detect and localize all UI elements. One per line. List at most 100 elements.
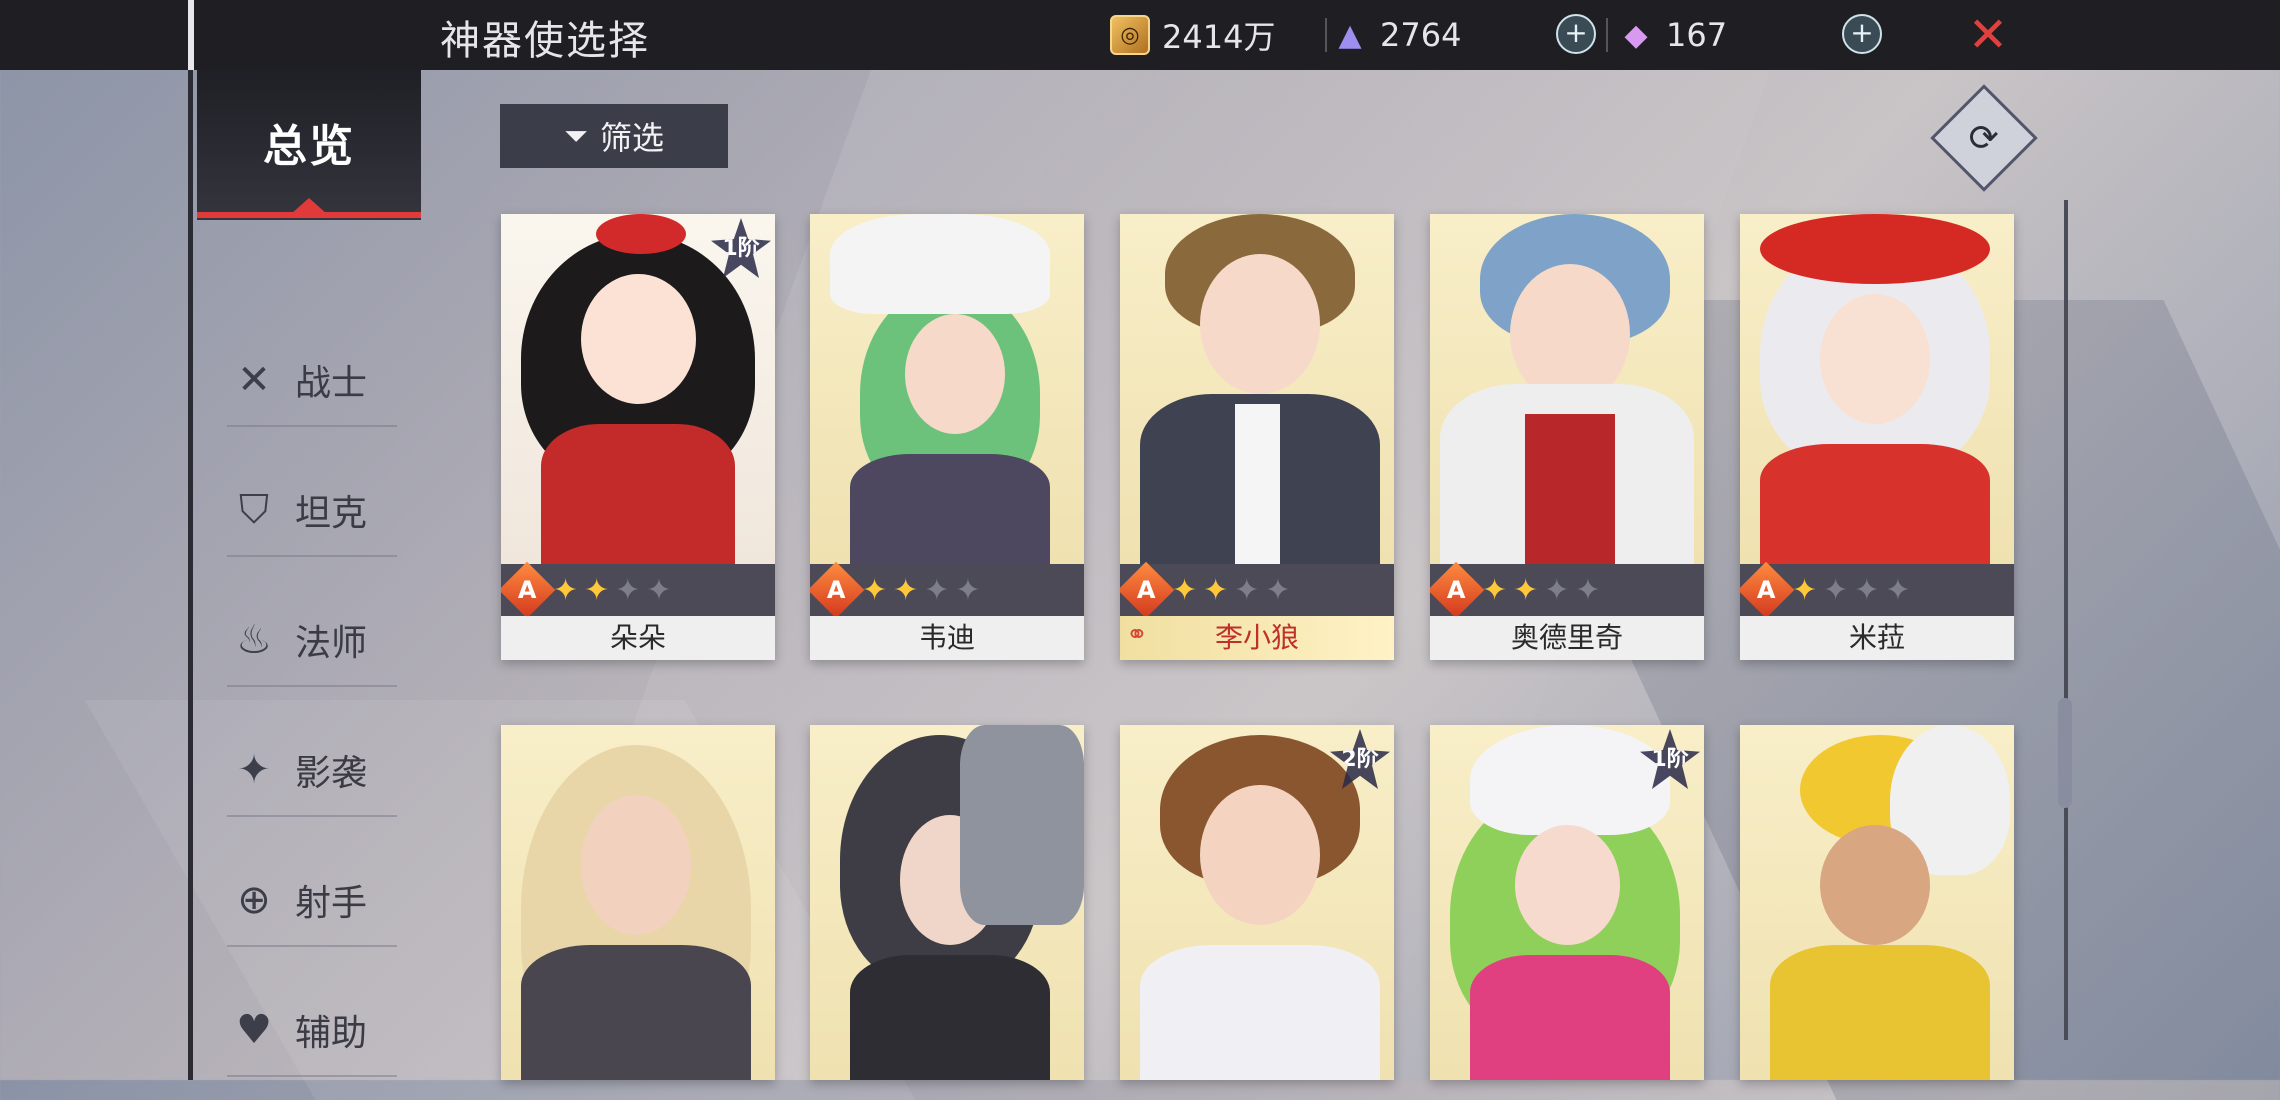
hero-card-mila[interactable]: A ✦ ✦ ✦ ✦ 米菈 xyxy=(1740,214,2014,660)
hero-portrait xyxy=(1740,725,2014,1080)
hero-name: 奥德里奇 xyxy=(1430,616,1704,660)
link-icon: ⚭ xyxy=(1126,620,1148,650)
sidebar-item-warrior[interactable]: ✕ 战士 xyxy=(227,335,397,427)
hero-card-aodeliqi[interactable]: A ✦ ✦ ✦ ✦ 奥德里奇 xyxy=(1430,214,1704,660)
tab-overview[interactable]: 总览 xyxy=(197,70,421,220)
star-icon: ✦ xyxy=(1482,572,1508,608)
star-rating: A ✦ ✦ ✦ ✦ xyxy=(501,561,775,619)
star-icon: ✦ xyxy=(1823,572,1849,608)
star-icon: ✦ xyxy=(1234,572,1260,608)
hero-name: 李小狼 xyxy=(1120,616,1394,660)
hero-portrait xyxy=(1740,214,2014,564)
gold-counter: ◎ 2414万 xyxy=(1110,10,1275,60)
hero-portrait xyxy=(1430,214,1704,564)
page-title: 神器使选择 xyxy=(440,18,650,64)
flame-icon: ♨ xyxy=(236,617,272,663)
hero-card[interactable] xyxy=(810,725,1084,1080)
sidebar-item-marksman[interactable]: ⊕ 射手 xyxy=(227,855,397,947)
sidebar-item-label: 影袭 xyxy=(295,753,368,794)
hero-card-lixiaolang[interactable]: A ✦ ✦ ✦ ✦ 李小狼 ⚭ xyxy=(1120,214,1394,660)
add-gem-button[interactable]: + xyxy=(1842,14,1882,54)
hero-name: 韦迪 xyxy=(810,616,1084,660)
star-icon: ✦ xyxy=(584,572,610,608)
gold-value: 2414万 xyxy=(1162,18,1276,56)
star-icon: ✦ xyxy=(955,572,981,608)
gem-value: 167 xyxy=(1666,16,1728,54)
sidebar-item-mage[interactable]: ♨ 法师 xyxy=(227,595,397,687)
rank-badge: A xyxy=(501,561,556,619)
star-icon: ✦ xyxy=(893,572,919,608)
rank-badge: A xyxy=(1430,561,1485,619)
hero-card[interactable]: 1阶 xyxy=(1430,725,1704,1080)
star-rating: A ✦ ✦ ✦ ✦ xyxy=(1430,561,1704,619)
star-icon: ✦ xyxy=(553,572,579,608)
sidebar-item-support[interactable]: ♥ 辅助 xyxy=(227,985,397,1077)
rank-badge: A xyxy=(810,561,865,619)
crosshair-icon: ⊕ xyxy=(237,877,271,923)
hero-portrait xyxy=(1120,214,1394,564)
crystal-counter: ▲ 2764 xyxy=(1332,10,1461,60)
triangle-crystal-icon: ▲ xyxy=(1338,17,1362,53)
refresh-icon: ⟳ xyxy=(1968,117,2000,159)
star-rating: A ✦ ✦ ✦ ✦ xyxy=(810,561,1084,619)
hero-card[interactable] xyxy=(501,725,775,1080)
top-bar: 神器使选择 ◎ 2414万 ▲ 2764 + ◆ 167 + ✕ xyxy=(0,0,2280,70)
divider xyxy=(1606,18,1608,52)
crossed-swords-icon: ✕ xyxy=(237,357,271,403)
crystal-value: 2764 xyxy=(1380,16,1462,54)
hero-card[interactable]: 2阶 xyxy=(1120,725,1394,1080)
helmet-icon: ⛉ xyxy=(239,487,269,533)
hero-card-weidi[interactable]: A ✦ ✦ ✦ ✦ 韦迪 xyxy=(810,214,1084,660)
sidebar-item-assassin[interactable]: ✦ 影袭 xyxy=(227,725,397,817)
star-icon: ✦ xyxy=(1885,572,1911,608)
sidebar-item-label: 辅助 xyxy=(295,1013,368,1054)
heart-icon: ♥ xyxy=(236,1007,272,1053)
hero-card[interactable] xyxy=(1740,725,2014,1080)
star-icon: ✦ xyxy=(1265,572,1291,608)
top-bar-accent xyxy=(188,0,194,70)
sidebar-item-label: 坦克 xyxy=(295,493,368,534)
star-icon: ✦ xyxy=(862,572,888,608)
sidebar-item-label: 射手 xyxy=(295,883,368,924)
sidebar-item-tank[interactable]: ⛉ 坦克 xyxy=(227,465,397,557)
star-icon: ✦ xyxy=(1792,572,1818,608)
hero-portrait xyxy=(810,214,1084,564)
hero-card-duoduo[interactable]: 1阶 A ✦ ✦ ✦ ✦ 朵朵 xyxy=(501,214,775,660)
star-icon: ✦ xyxy=(1544,572,1570,608)
sidebar-item-label: 战士 xyxy=(295,363,368,404)
hero-portrait xyxy=(501,725,775,1080)
gem-counter: ◆ 167 xyxy=(1618,10,1727,60)
hero-portrait xyxy=(810,725,1084,1080)
sidebar-divider xyxy=(188,70,193,1080)
star-icon: ✦ xyxy=(924,572,950,608)
close-icon[interactable]: ✕ xyxy=(1965,11,2011,59)
sidebar: 总览 ✕ 战士 ⛉ 坦克 ♨ 法师 ✦ 影袭 ⊕ 射手 ♥ 辅助 xyxy=(197,70,421,1080)
star-icon: ✦ xyxy=(615,572,641,608)
shuriken-icon: ✦ xyxy=(237,747,271,793)
coin-icon: ◎ xyxy=(1110,15,1150,55)
star-icon: ✦ xyxy=(1575,572,1601,608)
add-crystal-button[interactable]: + xyxy=(1556,14,1596,54)
sidebar-item-label: 法师 xyxy=(295,623,368,664)
diamond-icon: ◆ xyxy=(1624,17,1648,53)
rank-badge: A xyxy=(1120,561,1175,619)
scrollbar-thumb[interactable] xyxy=(2058,698,2072,808)
filter-label: 筛选 xyxy=(599,119,664,157)
sort-button[interactable]: ⟳ xyxy=(1930,84,2038,192)
tab-overview-label: 总览 xyxy=(263,121,355,172)
star-rating: A ✦ ✦ ✦ ✦ xyxy=(1120,561,1394,619)
star-icon: ✦ xyxy=(1854,572,1880,608)
star-icon: ✦ xyxy=(1513,572,1539,608)
funnel-icon: ⏷ xyxy=(563,118,588,154)
scrollbar-track[interactable] xyxy=(2064,200,2068,1040)
star-icon: ✦ xyxy=(1203,572,1229,608)
star-icon: ✦ xyxy=(646,572,672,608)
rank-badge: A xyxy=(1740,561,1795,619)
star-icon: ✦ xyxy=(1172,572,1198,608)
divider xyxy=(1325,18,1327,52)
hero-name: 朵朵 xyxy=(501,616,775,660)
hero-name: 米菈 xyxy=(1740,616,2014,660)
filter-button[interactable]: ⏷ 筛选 xyxy=(500,104,728,168)
active-underline xyxy=(197,212,421,218)
star-rating: A ✦ ✦ ✦ ✦ xyxy=(1740,561,2014,619)
